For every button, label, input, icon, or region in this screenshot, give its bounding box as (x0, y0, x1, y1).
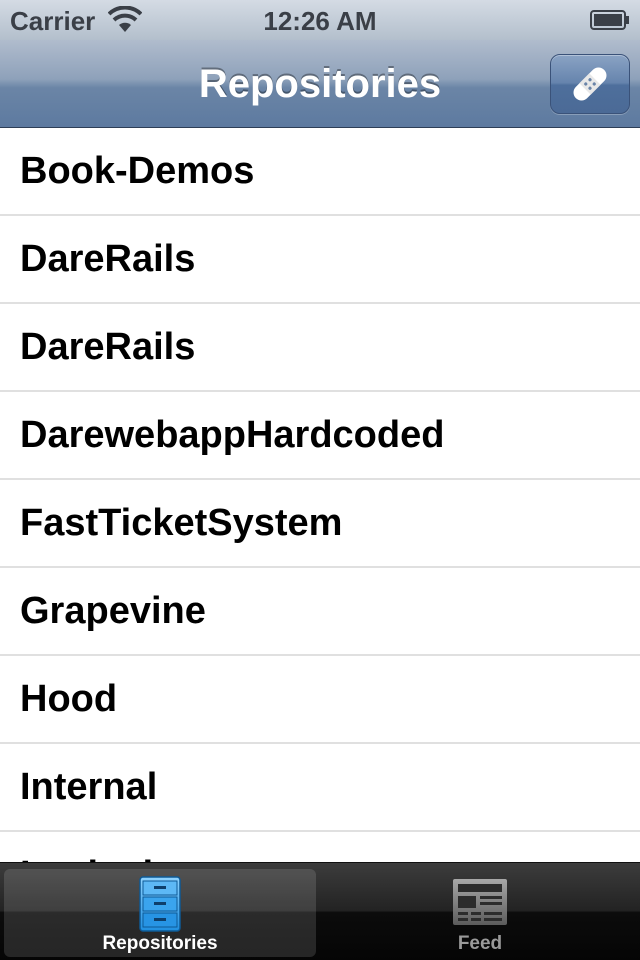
list-item-label: Locked (20, 854, 153, 863)
list-item-label: DarewebappHardcoded (20, 413, 445, 456)
list-item[interactable]: Locked (0, 832, 640, 862)
list-item[interactable]: Book-Demos (0, 128, 640, 216)
repository-list[interactable]: Book-Demos DareRails DareRails Darewebap… (0, 128, 640, 862)
page-title: Repositories (198, 62, 442, 106)
list-item-label: DareRails (20, 325, 196, 368)
list-item-label: Internal (20, 765, 158, 808)
list-item-label: Grapevine (20, 589, 206, 632)
list-item[interactable]: DareRails (0, 304, 640, 392)
list-item[interactable]: DarewebappHardcoded (0, 392, 640, 480)
tab-label: Repositories (102, 933, 218, 954)
list-item[interactable]: Hood (0, 656, 640, 744)
navigation-bar: Repositories (0, 40, 640, 128)
status-bar: Carrier 12:26 AM (0, 0, 640, 40)
list-item-label: Book-Demos (20, 149, 255, 192)
list-item[interactable]: Grapevine (0, 568, 640, 656)
tab-bar: Repositories Feed (0, 862, 640, 960)
list-item-label: FastTicketSystem (20, 501, 343, 544)
tab-repositories[interactable]: Repositories (4, 869, 316, 957)
bandage-button[interactable] (550, 54, 630, 114)
list-item-label: Hood (20, 677, 118, 720)
file-cabinet-icon (139, 876, 181, 932)
list-item-label: DareRails (20, 237, 196, 280)
bandage-icon (573, 67, 607, 101)
battery-icon (590, 10, 629, 30)
status-time: 12:26 AM (263, 6, 377, 36)
list-item[interactable]: Internal (0, 744, 640, 832)
tab-feed[interactable]: Feed (324, 869, 636, 957)
list-item[interactable]: FastTicketSystem (0, 480, 640, 568)
tab-label: Feed (457, 933, 503, 954)
newspaper-icon (453, 879, 507, 925)
list-item[interactable]: DareRails (0, 216, 640, 304)
